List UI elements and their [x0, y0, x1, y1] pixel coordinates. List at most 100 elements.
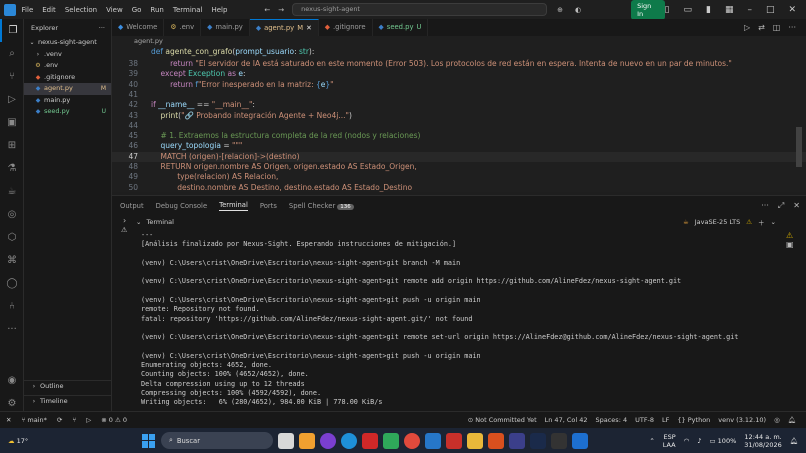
accounts-icon[interactable]: ◐ — [575, 6, 581, 14]
terminal-instance-icon[interactable]: ▣ — [786, 240, 800, 249]
forward-arrow-icon[interactable]: → — [278, 6, 284, 14]
copilot-chat-icon[interactable]: ◎ — [0, 203, 24, 226]
git-app-icon[interactable] — [488, 432, 504, 449]
run-icon[interactable]: ▷ — [86, 416, 91, 424]
folder-root[interactable]: ⌄ nexus-sight-agent — [24, 37, 111, 49]
toggle-panel-icon[interactable]: ▭ — [683, 5, 692, 15]
weather-widget[interactable]: ☁ 17° — [0, 437, 60, 445]
new-terminal-icon[interactable]: ＋ — [758, 217, 765, 227]
app-l-icon[interactable] — [446, 432, 462, 449]
menu-selection[interactable]: Selection — [65, 6, 97, 14]
more-actions-icon[interactable]: ··· — [99, 19, 105, 37]
chrome-icon[interactable] — [404, 432, 420, 449]
git-graph-icon[interactable]: ⑃ — [0, 295, 24, 318]
outline-section[interactable]: › Outline — [24, 380, 112, 393]
more-icon[interactable]: ··· — [0, 318, 24, 341]
remote-explorer-icon[interactable]: ▣ — [0, 111, 24, 134]
publish-icon[interactable]: ⑂ — [72, 416, 76, 424]
commit-status[interactable]: ⊙ Not Committed Yet — [468, 416, 537, 424]
menu-terminal[interactable]: Terminal — [173, 6, 203, 14]
tab-seed[interactable]: ◆ seed.py U — [373, 19, 429, 36]
maximize-panel-icon[interactable]: ⤢ — [778, 201, 784, 211]
back-arrow-icon[interactable]: ← — [264, 6, 270, 14]
cursor-position[interactable]: Ln 47, Col 42 — [545, 416, 588, 424]
tree-item-agent[interactable]: ◆ agent.py M — [24, 83, 111, 95]
run-file-icon[interactable]: ▷ — [744, 23, 750, 32]
whatsapp-icon[interactable] — [383, 432, 399, 449]
python-interpreter[interactable]: venv (3.12.10) — [718, 416, 766, 424]
command-center-search[interactable]: nexus-sight-agent — [292, 3, 548, 16]
more-actions-icon[interactable]: ··· — [761, 201, 769, 211]
testing-icon[interactable]: ⚗ — [0, 157, 24, 180]
task-view-icon[interactable] — [278, 432, 294, 449]
minimize-icon[interactable]: – — [747, 5, 752, 15]
indentation[interactable]: Spaces: 4 — [596, 416, 628, 424]
tab-spell-checker[interactable]: Spell Checker 136 — [289, 202, 354, 210]
edge-icon[interactable] — [341, 432, 357, 449]
language-mode[interactable]: {} Python — [677, 416, 710, 424]
maximize-icon[interactable]: □ — [766, 5, 775, 15]
tab-env[interactable]: ⚙ .env — [164, 19, 202, 36]
explorer-icon[interactable]: ❐ — [0, 19, 24, 42]
run-debug-icon[interactable]: ▷ — [0, 88, 24, 111]
timeline-section[interactable]: › Timeline — [24, 395, 112, 408]
menu-go[interactable]: Go — [132, 6, 142, 14]
toggle-sidebar-icon[interactable]: ▯ — [665, 5, 670, 15]
encoding[interactable]: UTF-8 — [635, 416, 654, 424]
end-of-line[interactable]: LF — [662, 416, 669, 424]
docker-icon[interactable]: ⬡ — [0, 226, 24, 249]
tab-agent[interactable]: ◆ agent.py M ✕ — [249, 19, 319, 36]
toggle-secondary-sidebar-icon[interactable]: ▮ — [706, 5, 711, 15]
chevron-down-icon[interactable]: ⌄ — [136, 218, 141, 226]
tree-item-gitignore[interactable]: ◆ .gitignore — [24, 72, 111, 84]
java-icon[interactable]: ☕ — [0, 180, 24, 203]
notification-icon[interactable]: 🔔︎ — [790, 437, 798, 445]
tree-item-venv[interactable]: › .venv — [24, 49, 111, 61]
teams-icon[interactable] — [509, 432, 525, 449]
start-button-icon[interactable] — [142, 433, 156, 448]
chevron-down-icon[interactable]: ⌄ — [771, 218, 776, 226]
python-icon[interactable]: ⌘ — [0, 249, 24, 272]
compare-icon[interactable]: ⇄ — [758, 23, 765, 32]
chat-app-icon[interactable] — [320, 432, 336, 449]
close-window-icon[interactable]: ✕ — [788, 5, 796, 15]
more-actions-icon[interactable]: ··· — [788, 23, 796, 32]
problems-indicator[interactable]: ⊗ 0 ⚠ 0 — [101, 416, 127, 424]
source-control-icon[interactable]: ⑂ — [0, 65, 24, 88]
copilot-icon[interactable]: ⊕ — [557, 6, 563, 14]
tab-terminal[interactable]: Terminal — [219, 201, 248, 211]
clock[interactable]: 12:44 a. m. 31/08/2026 — [744, 433, 781, 449]
battery-indicator[interactable]: ▭ 100% — [709, 437, 736, 445]
pdf-reader-icon[interactable] — [362, 432, 378, 449]
volume-icon[interactable]: ♪ — [697, 437, 701, 445]
remote-icon[interactable]: ✕ — [6, 416, 11, 424]
sign-in-button[interactable]: Sign In — [631, 0, 665, 20]
account-icon[interactable]: ◉ — [0, 369, 24, 392]
tab-debug-console[interactable]: Debug Console — [156, 202, 208, 210]
tree-item-main[interactable]: ◆ main.py — [24, 95, 111, 107]
tree-item-env[interactable]: ⚙ .env — [24, 60, 111, 72]
menu-view[interactable]: View — [106, 6, 123, 14]
tab-ports[interactable]: Ports — [260, 202, 277, 210]
chevron-up-icon[interactable]: ⌃ — [649, 437, 654, 445]
tab-gitignore[interactable]: ◆ .gitignore — [319, 19, 373, 36]
notifications-bell-icon[interactable]: 🔔︎ — [788, 416, 796, 424]
vscode-taskbar-icon[interactable] — [425, 432, 441, 449]
menu-edit[interactable]: Edit — [42, 6, 56, 14]
layout-icon[interactable]: ▦ — [725, 5, 734, 15]
tab-main[interactable]: ◆ main.py — [201, 19, 250, 36]
app-icon[interactable] — [530, 432, 546, 449]
tab-output[interactable]: Output — [120, 202, 144, 210]
branch-indicator[interactable]: ⑂ main* — [21, 416, 46, 424]
copilot-status-icon[interactable]: ◎ — [774, 416, 780, 424]
menu-help[interactable]: Help — [211, 6, 227, 14]
taskbar-search[interactable]: ⌕ Buscar — [161, 432, 273, 449]
menu-run[interactable]: Run — [150, 6, 163, 14]
breadcrumb[interactable]: agent.py — [112, 36, 806, 47]
store-icon[interactable] — [572, 432, 588, 449]
warning-icon[interactable]: ⚠ — [786, 231, 800, 240]
tree-item-seed[interactable]: ◆ seed.py U — [24, 106, 111, 118]
java-version-label[interactable]: JavaSE-25 LTS — [695, 218, 740, 226]
file-explorer-icon[interactable] — [467, 432, 483, 449]
search-icon[interactable]: ⌕ — [0, 42, 24, 65]
